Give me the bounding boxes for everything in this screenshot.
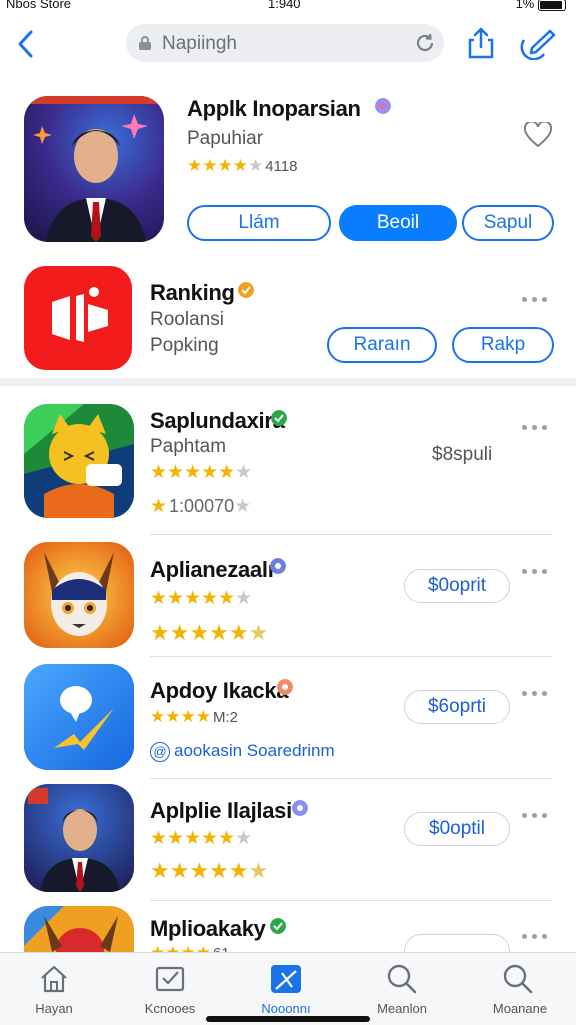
tab-label: Kcnooes	[144, 1001, 196, 1016]
featured-app-icon[interactable]	[24, 96, 164, 242]
tab-bar: Hayan Kcnooes Nooonnı Meanlon Moanane	[0, 952, 576, 1025]
tab-label: Moanane	[492, 1001, 548, 1016]
list-item-title[interactable]: Aplplie Ilajlasi	[150, 798, 292, 824]
list-divider	[150, 778, 552, 779]
list-item-title[interactable]: Saplundaxira	[150, 408, 285, 434]
list-item-title[interactable]: Apdoy Ikacka	[150, 678, 289, 704]
ranking-more-icon[interactable]	[522, 289, 552, 302]
list-item-rating: ★★★★★★	[150, 588, 253, 609]
list-item-get-button[interactable]: $6oprti	[404, 690, 510, 724]
list-item-get-button[interactable]: $0optil	[404, 812, 510, 846]
list-item-more-icon[interactable]	[522, 561, 552, 574]
list-item-more-icon[interactable]	[522, 417, 552, 430]
tab-label: Nooonnı	[261, 1001, 311, 1016]
verified-badge-icon	[277, 679, 293, 695]
list-divider	[150, 900, 552, 901]
verified-badge-icon	[271, 410, 287, 426]
apps-icon	[271, 965, 301, 993]
battery-icon	[538, 0, 566, 11]
mail-check-icon	[155, 966, 185, 992]
verified-badge-icon	[292, 800, 308, 816]
list-item-tag[interactable]: @ aookasin Soaredrinm	[150, 741, 335, 762]
section-divider	[0, 378, 576, 386]
tab-home[interactable]: Hayan	[4, 953, 104, 1019]
list-item-icon[interactable]	[24, 542, 134, 648]
featured-app-rating: ★★★★★ 4118	[187, 156, 298, 175]
tab-label: Meanlon	[377, 1001, 427, 1016]
back-chevron-icon[interactable]	[14, 28, 38, 60]
ranking-line-2: Popking	[150, 335, 219, 356]
list-item-more-icon[interactable]	[522, 683, 552, 696]
ranking-app-icon[interactable]	[24, 266, 132, 370]
nav-bar: Napiingh	[0, 18, 576, 70]
search-icon	[387, 964, 417, 994]
list-item-get-button[interactable]: $0oprit	[404, 569, 510, 603]
home-indicator	[206, 1016, 370, 1022]
list-item-subtitle: Paphtam	[150, 436, 227, 457]
list-item-icon[interactable]	[24, 784, 134, 892]
list-item-rating-large: ★★★★★★	[150, 620, 269, 645]
verified-badge-icon	[270, 918, 286, 934]
featured-button-1[interactable]: Llám	[187, 205, 331, 241]
list-item-more-icon[interactable]	[522, 805, 552, 818]
list-item-more-icon[interactable]	[522, 926, 552, 939]
ranking-button-2[interactable]: Rakp	[452, 327, 554, 363]
list-item-icon[interactable]	[24, 404, 134, 518]
verified-badge-icon	[270, 558, 286, 574]
list-item-price[interactable]: $8spuli	[432, 444, 492, 466]
search-bar[interactable]: Napiingh	[126, 24, 444, 62]
list-item-title[interactable]: Mplioakaky	[150, 916, 266, 942]
tab-search-2[interactable]: Moanane	[468, 953, 572, 1019]
heart-icon[interactable]	[524, 122, 552, 148]
home-icon	[41, 965, 67, 993]
ranking-title[interactable]: Ranking	[150, 280, 235, 306]
featured-app-subtitle: Papuhiar	[187, 128, 264, 149]
tab-label: Hayan	[35, 1001, 73, 1016]
status-bar: Nbos Store 1:940 1%	[0, 0, 576, 14]
reload-icon[interactable]	[414, 32, 436, 54]
ranking-line-1: Roolansi	[150, 309, 224, 330]
at-icon: @	[150, 742, 170, 762]
list-item-icon[interactable]	[24, 664, 134, 770]
search-icon	[503, 964, 533, 994]
list-item-rating-count: ★ 1:00070★	[150, 496, 252, 517]
list-divider	[150, 656, 552, 657]
featured-button-get[interactable]: Beoil	[339, 205, 457, 241]
list-item-rating: ★★★★★★	[150, 462, 253, 483]
ranking-badge-icon	[238, 282, 254, 298]
list-item-rating: ★★★★★★	[150, 828, 253, 849]
compose-icon[interactable]	[518, 28, 556, 60]
status-time: 1:940	[268, 0, 301, 11]
list-divider	[150, 534, 552, 535]
status-carrier: Nbos Store	[6, 0, 72, 11]
lock-icon	[139, 36, 151, 50]
featured-button-3[interactable]: Sapul	[462, 205, 554, 241]
search-text: Napiingh	[162, 33, 237, 54]
featured-app-title[interactable]: Applk Inoparsian	[187, 96, 361, 122]
tab-active[interactable]: Nooonnı	[236, 953, 336, 1019]
tab-messages[interactable]: Kcnooes	[120, 953, 220, 1019]
ranking-button-1[interactable]: Raraın	[327, 327, 437, 363]
verified-badge-icon	[375, 98, 391, 114]
status-battery: 1%	[516, 0, 566, 11]
tab-search[interactable]: Meanlon	[352, 953, 452, 1019]
list-item-title[interactable]: Aplianezaalı	[150, 557, 274, 583]
share-icon[interactable]	[466, 26, 496, 60]
list-item-rating: ★★★★ M:2	[150, 707, 238, 726]
list-item-rating-large: ★★★★★★	[150, 858, 269, 883]
